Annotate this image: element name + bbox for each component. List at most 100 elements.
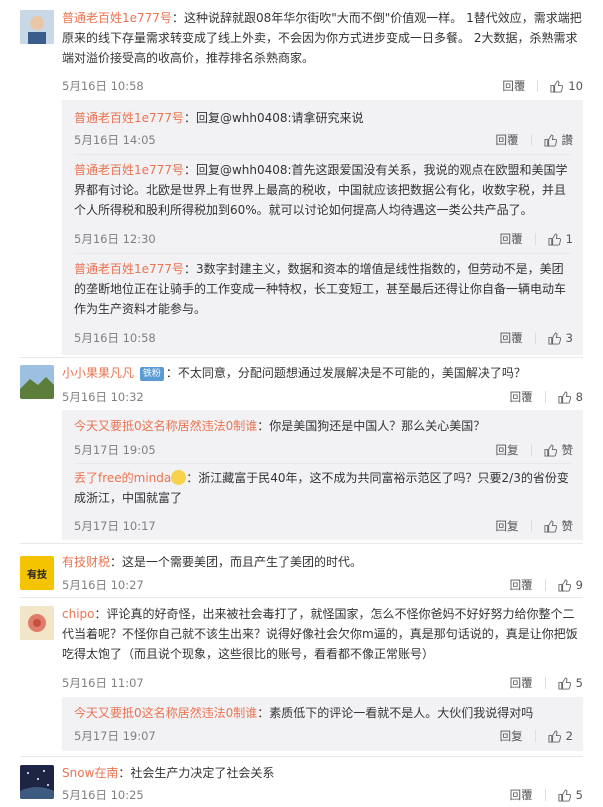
like-count: 9 [575, 578, 583, 592]
timestamp: 5月16日 10:25 [62, 788, 144, 802]
action-divider [544, 391, 546, 403]
comment-text: Snow在南：社会生产力决定了社会关系 [62, 766, 275, 780]
reply-button[interactable]: 回覆 [510, 577, 533, 593]
avatar[interactable] [20, 606, 54, 640]
avatar[interactable] [20, 365, 54, 399]
avatar[interactable] [20, 10, 54, 44]
username-link[interactable]: 普通老百姓1e777号 [74, 111, 184, 125]
comment-actions: 回覆 9 [510, 577, 583, 593]
reply-text: 普通老百姓1e777号：回复@whh0408:首先这跟爱国没有关系，我说的观点在… [74, 163, 568, 217]
reply-thread: 普通老百姓1e777号：回复@whh0408:请拿研究来说 5月16日 14:0… [62, 100, 583, 355]
thumb-up-icon [543, 133, 557, 147]
like-button[interactable]: 赞 [543, 518, 574, 534]
timestamp: 5月16日 10:58 [74, 331, 156, 345]
comment-actions: 回复 赞 [496, 518, 574, 534]
comment-actions: 回覆 3 [500, 330, 573, 346]
like-count: 赞 [561, 443, 574, 457]
divider [20, 357, 583, 358]
like-count: 1 [565, 232, 573, 246]
action-divider [544, 789, 546, 801]
reply-button[interactable]: 回覆 [496, 132, 519, 148]
action-divider [530, 444, 532, 456]
reply-button[interactable]: 回覆 [500, 330, 523, 346]
like-button[interactable]: 9 [558, 578, 583, 592]
like-button[interactable]: 10 [550, 79, 583, 93]
reply-button[interactable]: 回覆 [502, 78, 525, 94]
reply-button[interactable]: 回覆 [500, 231, 523, 247]
divider [74, 253, 571, 254]
action-divider [534, 730, 536, 742]
avatar-person-icon [20, 10, 54, 44]
timestamp: 5月16日 12:30 [74, 232, 156, 246]
divider [20, 543, 583, 544]
timestamp: 5月17日 19:07 [74, 729, 156, 743]
like-button[interactable]: 1 [548, 232, 573, 246]
like-button[interactable]: 讚 [543, 132, 574, 148]
avatar[interactable]: 有技 [20, 556, 54, 590]
like-button[interactable]: 5 [558, 788, 583, 802]
username-link[interactable]: 今天又要抵0这名称居然违法0制谁 [74, 706, 257, 720]
fan-badge[interactable]: 铁粉 [139, 367, 164, 381]
comment-actions: 回覆 8 [510, 389, 583, 405]
username-link[interactable]: 普通老百姓1e777号 [74, 262, 184, 276]
comment-actions: 回复 赞 [496, 442, 574, 458]
divider [20, 597, 583, 598]
thumb-up-icon [543, 443, 557, 457]
thumb-up-icon [558, 578, 571, 592]
like-button[interactable]: 3 [548, 331, 573, 345]
thumb-up-icon [550, 79, 564, 93]
action-divider [534, 233, 536, 245]
like-button[interactable]: 8 [558, 390, 583, 404]
timestamp: 5月17日 10:17 [74, 519, 156, 533]
username-link[interactable]: 有技财税 [62, 555, 110, 569]
like-count: 10 [568, 79, 583, 93]
reply-button[interactable]: 回复 [496, 518, 519, 534]
reply-button[interactable]: 回覆 [510, 675, 533, 691]
like-count: 2 [565, 729, 573, 743]
divider [20, 756, 583, 757]
username-link[interactable]: 普通老百姓1e777号 [62, 11, 172, 25]
username-link[interactable]: 今天又要抵0这名称居然违法0制谁 [74, 419, 257, 433]
reply-text: 丢了free的minda ：浙江藏富于民40年，这不成为共同富裕示范区了吗？只要2… [74, 470, 569, 505]
comment-actions: 回覆 5 [510, 675, 583, 691]
timestamp: 5月17日 19:05 [74, 443, 156, 457]
reply-button[interactable]: 回复 [496, 442, 519, 458]
comment-actions: 回覆 10 [502, 78, 583, 94]
timestamp: 5月16日 10:27 [62, 578, 144, 592]
reply-button[interactable]: 回覆 [510, 787, 533, 803]
action-divider [544, 677, 546, 689]
username-link[interactable]: 小小果果凡凡 [62, 366, 134, 380]
like-count: 讚 [561, 133, 574, 147]
reply-button[interactable]: 回复 [500, 728, 523, 744]
timestamp: 5月16日 11:07 [62, 676, 144, 690]
comment-text: 有技财税：这是一个需要美团，而且产生了美团的时代。 [62, 555, 363, 569]
avatar-landscape-icon [20, 365, 54, 399]
username-link[interactable]: 普通老百姓1e777号 [74, 163, 184, 177]
comment-actions: 回覆 讚 [496, 132, 574, 148]
avatar[interactable] [20, 765, 54, 799]
emoji-icon [171, 470, 187, 485]
like-count: 5 [575, 676, 583, 690]
like-button[interactable]: 赞 [543, 442, 574, 458]
avatar-night-icon [20, 765, 54, 799]
reply-text: 今天又要抵0这名称居然违法0制谁：素质低下的评论一看就不是人。大伙们我说得对吗 [74, 706, 534, 720]
thumb-up-icon [558, 390, 571, 404]
thumb-up-icon [558, 788, 571, 802]
username-link[interactable]: chipo [62, 607, 95, 621]
thumb-up-icon [548, 232, 561, 246]
like-count: 赞 [561, 519, 574, 533]
username-link[interactable]: 丢了free的minda [74, 471, 171, 485]
like-count: 8 [575, 390, 583, 404]
reply-button[interactable]: 回覆 [510, 389, 533, 405]
thumb-up-icon [543, 519, 557, 533]
username-link[interactable]: Snow在南 [62, 766, 118, 780]
reply-thread: 今天又要抵0这名称居然违法0制谁：素质低下的评论一看就不是人。大伙们我说得对吗 … [62, 697, 583, 751]
thumb-up-icon [558, 676, 571, 690]
like-button[interactable]: 2 [548, 729, 573, 743]
divider [74, 463, 571, 464]
reply-text: 今天又要抵0这名称居然违法0制谁：你是美国狗还是中国人？那么关心美国？ [74, 419, 486, 433]
timestamp: 5月16日 10:32 [62, 390, 144, 404]
comment-actions: 回覆 5 [510, 787, 583, 803]
like-count: 3 [565, 331, 573, 345]
like-button[interactable]: 5 [558, 676, 583, 690]
